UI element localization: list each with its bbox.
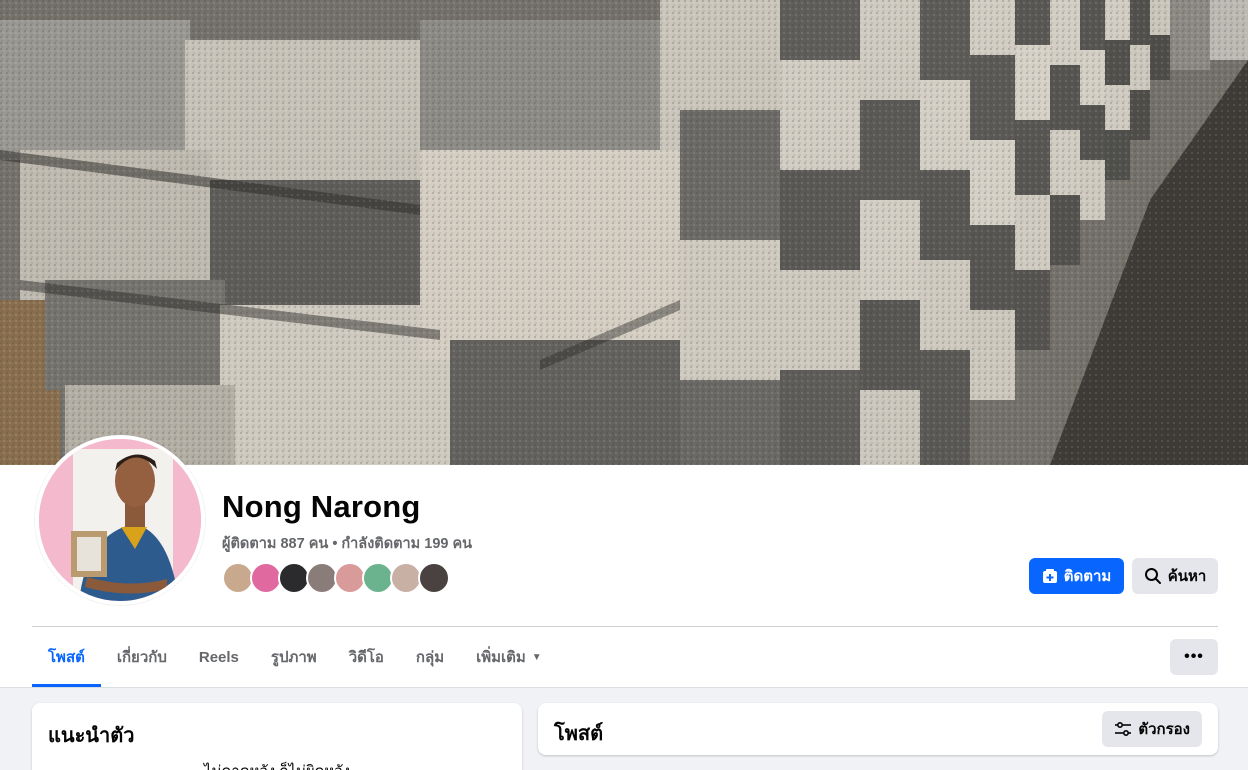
follow-button[interactable]: ติดตาม (1029, 558, 1124, 594)
tab-label: โพสต์ (48, 649, 85, 666)
more-dots-icon: ••• (1184, 648, 1204, 665)
tab-groups[interactable]: กลุ่ม (400, 627, 460, 687)
tab-videos[interactable]: วิดีโอ (333, 627, 400, 687)
followers-link[interactable]: ผู้ติดตาม 887 คน (222, 536, 328, 552)
filter-button-label: ตัวกรอง (1138, 721, 1190, 738)
tab-about[interactable]: เกี่ยวกับ (101, 627, 183, 687)
cover-photo[interactable] (0, 0, 1248, 465)
search-button[interactable]: ค้นหา (1132, 558, 1218, 594)
tab-reels[interactable]: Reels (183, 627, 255, 687)
cover-image (0, 0, 1248, 465)
tab-label: เพิ่มเติม (476, 649, 526, 666)
sliders-icon (1115, 721, 1132, 737)
follower-avatar[interactable] (418, 562, 450, 594)
posts-card: โพสต์ ตัวกรอง (538, 703, 1218, 755)
intro-bio: ไม่คาดหวัง ก็ไม่ผิดหวัง (32, 759, 522, 770)
tab-label: กลุ่ม (415, 649, 445, 666)
avatar-image (39, 439, 201, 601)
profile-name: Nong Narong (222, 489, 421, 524)
tab-posts[interactable]: โพสต์ (32, 627, 101, 687)
filter-button[interactable]: ตัวกรอง (1102, 711, 1202, 747)
tab-label: รูปภาพ (270, 649, 317, 666)
tab-label: เกี่ยวกับ (116, 649, 167, 666)
more-options-button[interactable]: ••• (1170, 639, 1218, 675)
following-link[interactable]: กำลังติดตาม 199 คน (341, 536, 472, 552)
intro-title: แนะนำตัว (48, 725, 135, 747)
tab-photos[interactable]: รูปภาพ (255, 627, 333, 687)
profile-avatar[interactable] (35, 435, 205, 605)
posts-title: โพสต์ (554, 723, 604, 745)
tab-label: Reels (198, 648, 239, 666)
intro-card: แนะนำตัว ไม่คาดหวัง ก็ไม่ผิดหวัง (32, 703, 522, 770)
follower-avatars (222, 562, 450, 594)
search-button-label: ค้นหา (1167, 568, 1207, 585)
profile-stats: ผู้ติดตาม 887 คน • กำลังติดตาม 199 คน (222, 532, 472, 555)
tab-label: วิดีโอ (348, 649, 384, 666)
follow-button-label: ติดตาม (1063, 568, 1112, 585)
tab-more[interactable]: เพิ่มเติม ▼ (460, 627, 558, 687)
stats-separator: • (332, 536, 338, 552)
profile-tabs: โพสต์ เกี่ยวกับ Reels รูปภาพ วิดีโอ กลุ่… (32, 627, 558, 687)
search-icon (1144, 568, 1161, 584)
caret-down-icon: ▼ (531, 651, 542, 663)
user-plus-icon (1042, 569, 1057, 583)
